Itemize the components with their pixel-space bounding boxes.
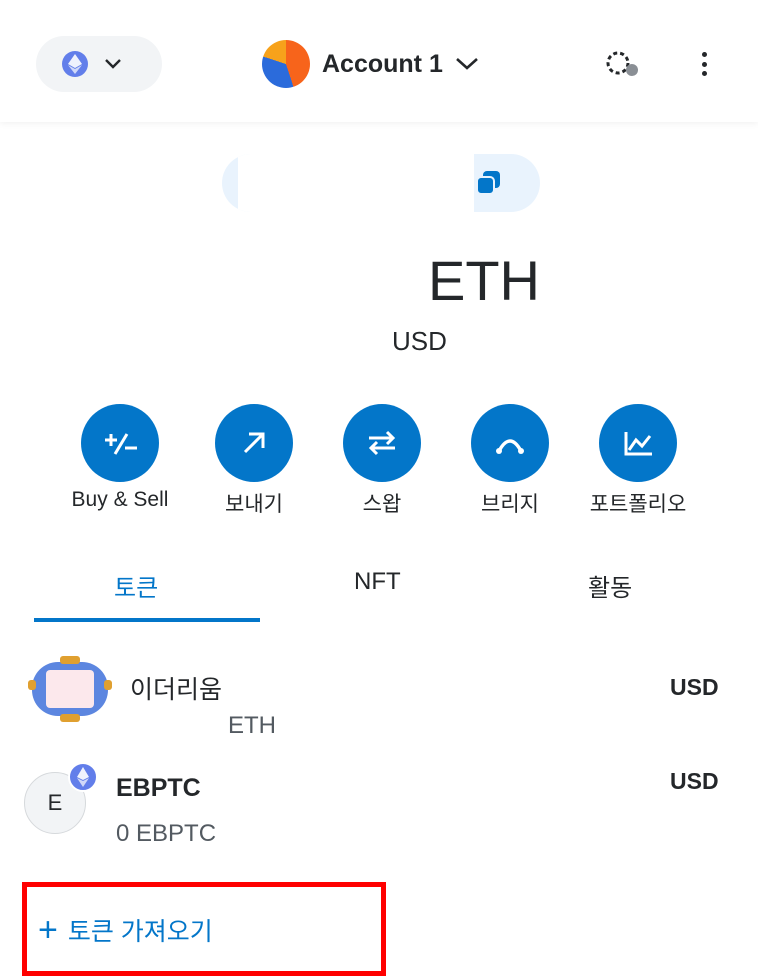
asset-tabs: 토큰 NFT 활동 xyxy=(34,552,724,624)
import-tokens-label: 토큰 가져오기 xyxy=(67,918,213,946)
portfolio-label: 포트폴리오 xyxy=(589,493,687,516)
account-name: Account 1 xyxy=(322,49,443,78)
send-button[interactable]: 보내기 xyxy=(184,404,324,518)
token-icon-letter: E xyxy=(47,790,63,815)
chevron-down-icon xyxy=(105,59,121,69)
portfolio-button[interactable]: 포트폴리오 xyxy=(568,404,708,518)
token-row-ebptc[interactable]: E EBPTC 0 EBPTC USD xyxy=(0,758,758,868)
send-arrow-icon xyxy=(215,404,293,482)
portfolio-chart-icon xyxy=(599,404,677,482)
token-row-ethereum[interactable]: 이더리움 ETH USD xyxy=(0,646,758,740)
bridge-icon xyxy=(471,404,549,482)
network-selector[interactable] xyxy=(36,36,162,92)
token-balance: ETH xyxy=(428,249,540,312)
account-selector[interactable]: Account 1 xyxy=(262,40,479,88)
address-redacted xyxy=(238,154,474,212)
tab-activity[interactable]: 활동 xyxy=(588,568,632,603)
token-name: EBPTC xyxy=(116,774,201,802)
chevron-down-icon xyxy=(455,58,478,70)
token-name: 이더리움 xyxy=(130,676,223,704)
ethereum-token-icon xyxy=(28,656,112,722)
more-options-icon[interactable] xyxy=(690,48,718,80)
swap-label: 스왑 xyxy=(362,493,402,516)
wallet-actions: Buy & Sell 보내기 스왑 브리지 포트폴리오 xyxy=(60,404,720,524)
swap-icon xyxy=(343,404,421,482)
send-label: 보내기 xyxy=(225,493,283,516)
ethereum-network-icon xyxy=(62,51,88,77)
token-amount: ETH xyxy=(228,712,276,739)
bridge-label: 브리지 xyxy=(481,493,539,516)
buy-sell-label: Buy & Sell xyxy=(71,488,169,511)
fiat-balance: USD xyxy=(392,326,447,356)
token-fiat-value: USD xyxy=(670,768,719,794)
buy-sell-button[interactable]: Buy & Sell xyxy=(50,404,190,512)
bridge-button[interactable]: 브리지 xyxy=(440,404,580,518)
app-header: Account 1 xyxy=(0,0,758,122)
swap-button[interactable]: 스왑 xyxy=(312,404,452,518)
import-tokens-link[interactable]: + 토큰 가져오기 xyxy=(38,912,213,948)
tab-nft[interactable]: NFT xyxy=(354,568,401,596)
account-avatar xyxy=(262,40,310,88)
connected-sites-icon[interactable] xyxy=(604,50,640,80)
token-amount: 0 EBPTC xyxy=(116,820,217,847)
ethereum-network-badge-icon xyxy=(68,762,98,792)
token-fiat-value: USD xyxy=(670,674,719,700)
buy-sell-icon xyxy=(81,404,159,482)
tab-tokens[interactable]: 토큰 xyxy=(114,568,158,603)
copy-icon[interactable] xyxy=(474,168,504,198)
active-tab-indicator xyxy=(34,618,260,622)
plus-icon: + xyxy=(38,911,58,949)
